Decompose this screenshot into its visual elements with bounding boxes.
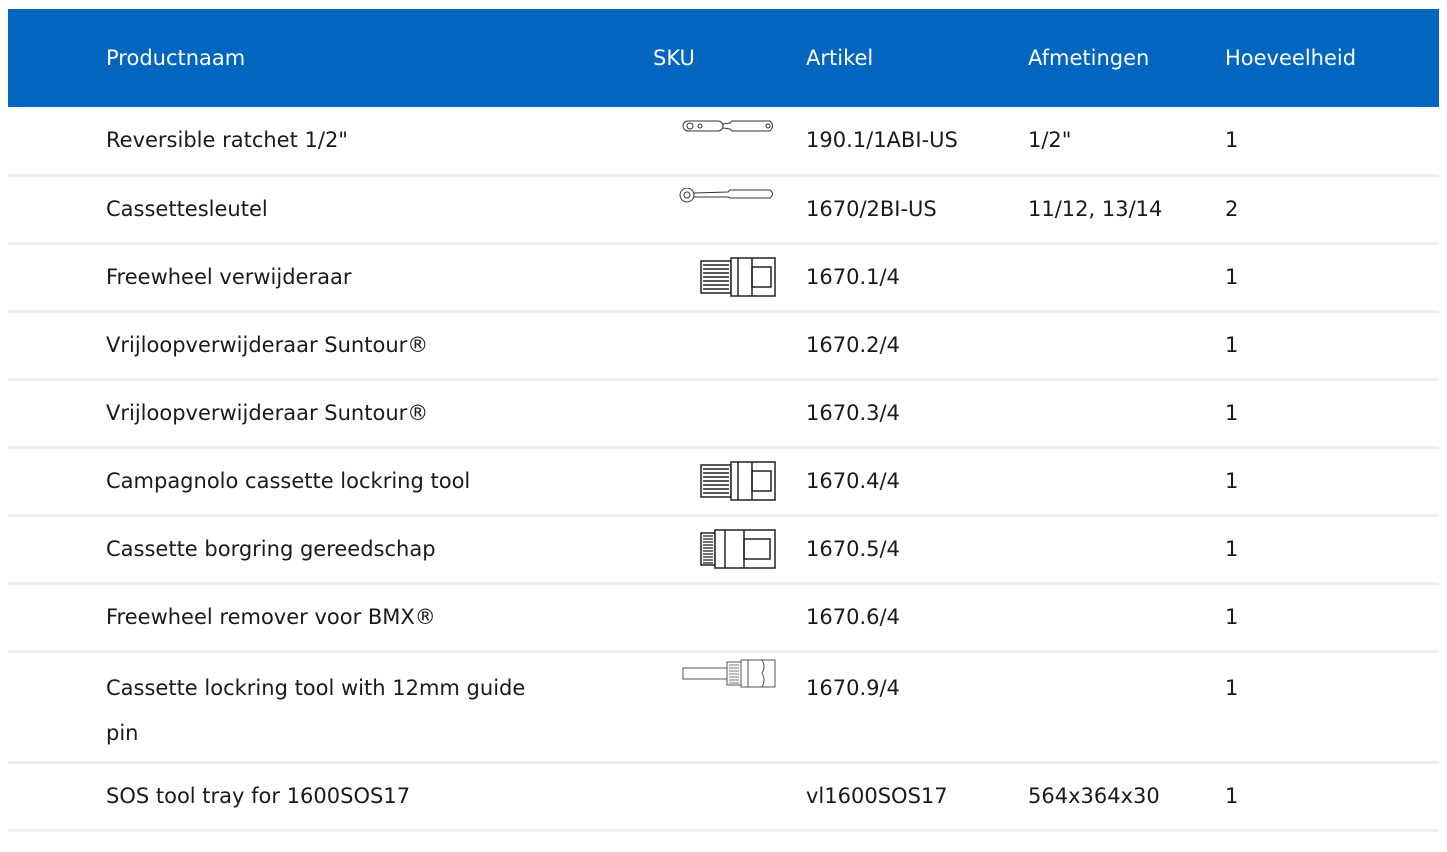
quantity: 1: [1225, 605, 1239, 629]
quantity: 1: [1225, 784, 1239, 808]
article-number: vl1600SOS17: [806, 784, 948, 808]
header-artikel: Artikel: [806, 46, 874, 70]
article-number: 1670.4/4: [806, 469, 900, 493]
dimensions: [1028, 311, 1225, 379]
table-row: Reversible ratchet 1/2" 190.1/1ABI-US 1/…: [8, 107, 1439, 175]
quantity: 2: [1225, 197, 1239, 221]
product-table-container: Productnaam SKU Artikel Afmetingen Hoeve…: [8, 9, 1439, 832]
dimensions: [1028, 447, 1225, 515]
header-hoeveelheid: Hoeveelheid: [1225, 46, 1357, 70]
article-number: 1670/2BI-US: [806, 197, 937, 221]
product-table: Productnaam SKU Artikel Afmetingen Hoeve…: [8, 9, 1439, 832]
article-number: 1670.3/4: [806, 401, 900, 425]
table-row: Cassette lockring tool with 12mm guide p…: [8, 651, 1439, 762]
product-name: Campagnolo cassette lockring tool: [106, 468, 471, 493]
quantity: 1: [1225, 401, 1239, 425]
quantity: 1: [1225, 333, 1239, 357]
table-body: Reversible ratchet 1/2" 190.1/1ABI-US 1/…: [8, 107, 1439, 830]
product-name: Vrijloopverwijderaar Suntour®: [106, 332, 429, 357]
dimensions: 564x364x30: [1028, 784, 1160, 808]
product-image-cell: [528, 447, 806, 515]
table-row: Vrijloopverwijderaar Suntour® 1670.3/4 1: [8, 379, 1439, 447]
product-image-cell: [528, 311, 806, 379]
product-name: Cassettesleutel: [106, 196, 268, 221]
quantity: 1: [1225, 128, 1239, 153]
guide-pin-tool-icon: [682, 659, 776, 687]
socket-tool-icon: [700, 461, 776, 501]
product-name: Reversible ratchet 1/2": [106, 127, 348, 152]
socket-tool-icon: [700, 529, 776, 569]
product-image-cell: [528, 243, 806, 311]
table-row: Freewheel verwijderaar 1670.1/4 1: [8, 243, 1439, 311]
dimensions: [1028, 651, 1225, 762]
product-name: Freewheel remover voor BMX®: [106, 604, 436, 629]
article-number: 1670.6/4: [806, 605, 900, 629]
article-number: 1670.5/4: [806, 537, 900, 561]
quantity: 1: [1225, 537, 1239, 561]
table-row: Campagnolo cassette lockring tool 1670.4…: [8, 447, 1439, 515]
table-row: Cassette borgring gereedschap 1670.5/4 1: [8, 515, 1439, 583]
table-row: Vrijloopverwijderaar Suntour® 1670.2/4 1: [8, 311, 1439, 379]
header-sku: SKU: [653, 46, 695, 70]
header-productnaam: Productnaam: [106, 46, 246, 70]
article-number: 1670.1/4: [806, 265, 900, 289]
product-image-cell: [528, 107, 806, 175]
product-name: Freewheel verwijderaar: [106, 264, 352, 289]
article-number: 1670.9/4: [806, 675, 900, 700]
quantity: 1: [1225, 675, 1239, 700]
product-image-cell: [528, 515, 806, 583]
socket-tool-icon: [700, 257, 776, 297]
table-row: SOS tool tray for 1600SOS17 vl1600SOS17 …: [8, 762, 1439, 830]
dimensions: 1/2": [1028, 128, 1072, 153]
header-row: Productnaam SKU Artikel Afmetingen Hoeve…: [8, 9, 1439, 107]
product-image-cell: [528, 651, 806, 762]
table-header: Productnaam SKU Artikel Afmetingen Hoeve…: [8, 9, 1439, 107]
dimensions: [1028, 583, 1225, 651]
ratchet-icon: [679, 187, 773, 202]
article-number: 190.1/1ABI-US: [806, 128, 958, 153]
product-image-cell: [528, 175, 806, 243]
product-name: SOS tool tray for 1600SOS17: [106, 783, 411, 808]
quantity: 1: [1225, 469, 1239, 493]
dimensions: [1028, 379, 1225, 447]
dimensions: [1028, 515, 1225, 583]
table-row: Cassettesleutel 1670/2BI-US 11/12, 13/14…: [8, 175, 1439, 243]
product-image-cell: [528, 583, 806, 651]
dimensions: [1028, 243, 1225, 311]
ratchet-icon: [682, 120, 773, 132]
product-image-cell: [528, 762, 806, 830]
quantity: 1: [1225, 265, 1239, 289]
product-name: Cassette lockring tool with 12mm guide p…: [106, 675, 526, 745]
dimensions: 11/12, 13/14: [1028, 197, 1163, 221]
product-name: Vrijloopverwijderaar Suntour®: [106, 400, 429, 425]
header-afmetingen: Afmetingen: [1028, 46, 1150, 70]
table-row: Freewheel remover voor BMX® 1670.6/4 1: [8, 583, 1439, 651]
article-number: 1670.2/4: [806, 333, 900, 357]
product-name: Cassette borgring gereedschap: [106, 536, 436, 561]
product-image-cell: [528, 379, 806, 447]
